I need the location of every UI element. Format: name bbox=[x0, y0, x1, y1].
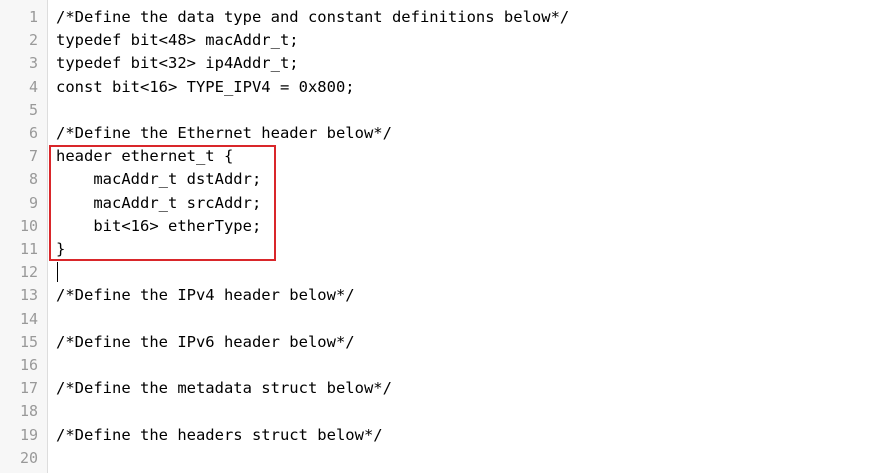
line-number: 2 bbox=[28, 31, 38, 50]
line-code[interactable]: /*Define the Ethernet header below*/ bbox=[56, 122, 392, 145]
line-number: 9 bbox=[28, 193, 38, 212]
line-number: 12 bbox=[19, 263, 38, 282]
line-number: 19 bbox=[19, 425, 38, 444]
line-code[interactable]: typedef bit<48> macAddr_t; bbox=[56, 29, 299, 52]
line-number: 7 bbox=[28, 147, 38, 166]
line-code[interactable]: header ethernet_t { bbox=[56, 145, 233, 168]
line-code[interactable]: /*Define the data type and constant defi… bbox=[56, 6, 569, 29]
code-line[interactable]: 17 /*Define the metadata struct below*/ bbox=[0, 377, 877, 400]
code-line[interactable]: 19 /*Define the headers struct below*/ bbox=[0, 424, 877, 447]
code-line[interactable]: 1 /*Define the data type and constant def… bbox=[0, 6, 877, 29]
code-line[interactable]: 5 bbox=[0, 99, 877, 122]
line-code[interactable]: macAddr_t dstAddr; bbox=[56, 168, 261, 191]
line-number: 13 bbox=[19, 286, 38, 305]
code-line[interactable]: 9 macAddr_t srcAddr; bbox=[0, 192, 877, 215]
code-line[interactable]: 18 bbox=[0, 400, 877, 423]
line-number: 11 bbox=[19, 240, 38, 258]
line-code[interactable]: /*Define the IPv4 header below*/ bbox=[56, 284, 355, 307]
line-number: 5 bbox=[28, 100, 38, 119]
code-line[interactable]: 2 typedef bit<48> macAddr_t; bbox=[0, 29, 877, 52]
code-line[interactable]: 13 /*Define the IPv4 header below*/ bbox=[0, 284, 877, 307]
line-number: 1 bbox=[28, 8, 38, 26]
line-code[interactable]: } bbox=[56, 238, 65, 261]
code-line[interactable]: 12 bbox=[0, 261, 877, 284]
line-number: 3 bbox=[28, 54, 38, 73]
code-line[interactable]: 7 header ethernet_t { bbox=[0, 145, 877, 168]
line-code[interactable]: macAddr_t srcAddr; bbox=[56, 192, 261, 215]
code-line[interactable]: 4 const bit<16> TYPE_IPV4 = 0x800; bbox=[0, 76, 877, 99]
line-number: 18 bbox=[19, 402, 38, 421]
line-number: 10 bbox=[19, 216, 38, 235]
code-editor[interactable]: 1 /*Define the data type and constant def… bbox=[0, 0, 877, 473]
code-line[interactable]: 15 /*Define the IPv6 header below*/ bbox=[0, 331, 877, 354]
code-line[interactable]: 20 bbox=[0, 447, 877, 470]
code-line[interactable]: 3 typedef bit<32> ip4Addr_t; bbox=[0, 52, 877, 75]
line-number: 14 bbox=[19, 309, 38, 328]
line-code[interactable]: /*Define the IPv6 header below*/ bbox=[56, 331, 355, 354]
line-number: 20 bbox=[19, 448, 38, 467]
line-number: 15 bbox=[19, 332, 38, 351]
line-code[interactable]: typedef bit<32> ip4Addr_t; bbox=[56, 52, 299, 75]
text-cursor bbox=[57, 262, 58, 282]
line-number: 16 bbox=[19, 356, 38, 374]
code-line[interactable]: 16 bbox=[0, 354, 877, 377]
line-code[interactable]: bit<16> etherType; bbox=[56, 215, 261, 238]
code-line[interactable]: 11} bbox=[0, 238, 877, 261]
code-line[interactable]: 8 macAddr_t dstAddr; bbox=[0, 168, 877, 191]
line-number: 4 bbox=[28, 77, 38, 96]
line-number: 8 bbox=[28, 170, 38, 189]
line-number: 6 bbox=[28, 124, 38, 142]
code-line[interactable]: 14 bbox=[0, 308, 877, 331]
code-line[interactable]: 6 /*Define the Ethernet header below*/ bbox=[0, 122, 877, 145]
line-number: 17 bbox=[19, 379, 38, 398]
line-code[interactable]: const bit<16> TYPE_IPV4 = 0x800; bbox=[56, 76, 355, 99]
line-code[interactable]: /*Define the headers struct below*/ bbox=[56, 424, 383, 447]
line-code[interactable]: /*Define the metadata struct below*/ bbox=[56, 377, 392, 400]
code-line[interactable]: 10 bit<16> etherType; bbox=[0, 215, 877, 238]
